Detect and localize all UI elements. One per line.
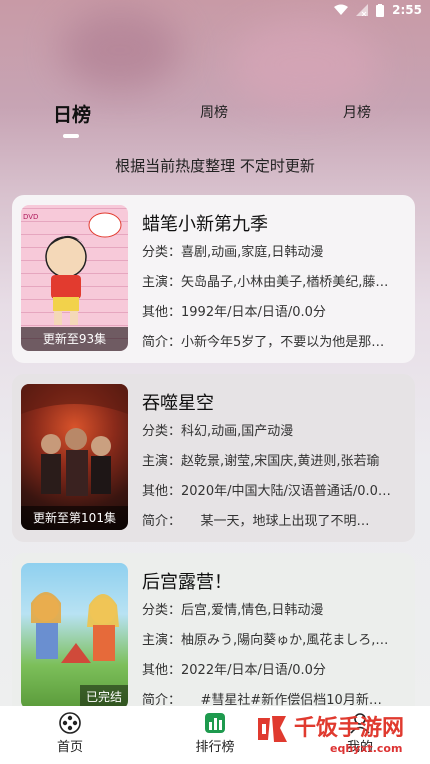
list-item[interactable]: 更新至第101集 吞噬星空 分类：科幻,动画,国产动漫 主演：赵乾景,谢莹,宋国… xyxy=(12,374,415,542)
svg-text:DVD: DVD xyxy=(23,213,38,221)
poster-image: 已完结 xyxy=(21,563,128,709)
nav-home-label: 首页 xyxy=(56,740,83,755)
poster-image: 更新至第101集 xyxy=(21,384,128,530)
item-cast: 主演：赵乾景,谢莹,宋国庆,黄进则,张若瑜 xyxy=(142,454,380,469)
item-title: 蜡笔小新第九季 xyxy=(142,214,268,235)
background-blur xyxy=(230,20,380,110)
episode-badge: 更新至93集 xyxy=(21,327,128,351)
item-title: 吞噬星空 xyxy=(142,393,214,414)
ranking-subtitle: 根据当前热度整理 不定时更新 xyxy=(115,157,315,175)
nav-home[interactable]: 首页 xyxy=(50,712,90,755)
list-item[interactable]: 已完结 后宫露营！ 分类：后宫,爱情,情色,日韩动漫 主演：柚原みう,陽向葵ゅか… xyxy=(12,553,415,723)
nav-ranking-label: 排行榜 xyxy=(195,740,235,755)
ranking-tabs: 日榜 周榜 月榜 xyxy=(0,102,430,134)
item-intro: 简介： 某一天，地球上出现了不明… xyxy=(142,514,370,529)
list-item[interactable]: DVD 更新至93集 蜡笔小新第九季 分类：喜剧,动画,家庭,日韩动漫 主演：矢… xyxy=(12,195,415,363)
status-bar: 2:55 xyxy=(0,0,430,20)
poster-image: DVD 更新至93集 xyxy=(21,205,128,351)
item-other: 其他：2020年/中国大陆/汉语普通话/0.0… xyxy=(142,484,391,499)
item-genre: 分类：后宫,爱情,情色,日韩动漫 xyxy=(142,603,324,618)
wifi-icon xyxy=(334,4,349,16)
item-genre: 分类：喜剧,动画,家庭,日韩动漫 xyxy=(142,245,324,260)
tab-weekly[interactable]: 周榜 xyxy=(200,102,228,122)
item-cast: 主演：矢岛晶子,小林由美子,楢桥美纪,藤… xyxy=(142,275,389,290)
watermark-text: 千饭手游网 xyxy=(294,716,405,741)
tab-daily[interactable]: 日榜 xyxy=(53,100,91,127)
episode-badge: 更新至第101集 xyxy=(21,506,128,530)
film-reel-icon xyxy=(50,712,90,734)
item-intro: 简介：小新今年5岁了，不要以为他是那… xyxy=(142,335,385,350)
no-signal-icon xyxy=(356,4,369,16)
watermark-logo-icon xyxy=(254,710,290,750)
item-genre: 分类：科幻,动画,国产动漫 xyxy=(142,424,294,439)
bar-chart-icon xyxy=(190,712,240,734)
item-other: 其他：1992年/日本/日语/0.0分 xyxy=(142,305,326,320)
item-title: 后宫露营！ xyxy=(142,572,232,593)
item-cast: 主演：柚原みう,陽向葵ゅか,風花ましろ,… xyxy=(142,633,389,648)
battery-icon xyxy=(376,3,385,17)
watermark: 千饭手游网 eqhyxt.com xyxy=(250,708,430,764)
item-other: 其他：2022年/日本/日语/0.0分 xyxy=(142,663,326,678)
status-time: 2:55 xyxy=(392,3,422,17)
tab-monthly[interactable]: 月榜 xyxy=(343,102,371,122)
nav-ranking[interactable]: 排行榜 xyxy=(190,712,240,755)
background-blur xyxy=(60,10,180,90)
watermark-url: eqhyxt.com xyxy=(330,742,403,755)
tab-indicator xyxy=(63,134,79,138)
